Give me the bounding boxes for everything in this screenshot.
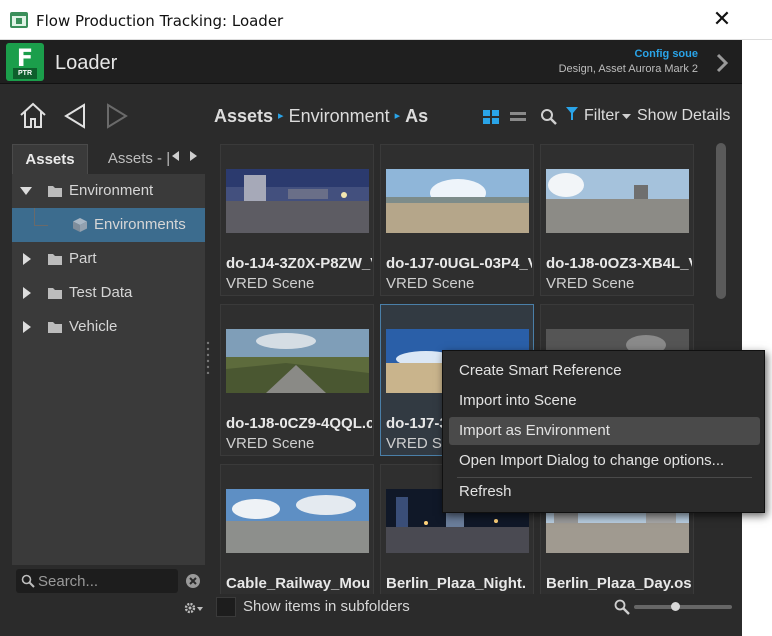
asset-card[interactable]: do-1J7-0UGL-03P4_V VRED Scene: [380, 144, 534, 296]
menu-item-open-import-dialog[interactable]: Open Import Dialog to change options...: [449, 447, 760, 475]
chevron-down-icon: [621, 114, 631, 119]
logo-badge: PTR: [13, 68, 37, 79]
asset-name: Berlin_Plaza_Night.: [386, 575, 527, 592]
app-name: Loader: [55, 52, 118, 74]
filter-label: Filter: [584, 107, 620, 124]
tree-item-environment[interactable]: Environment: [12, 174, 205, 208]
menu-item-refresh[interactable]: Refresh: [449, 478, 760, 506]
breadcrumb-item[interactable]: Assets: [214, 106, 273, 126]
asset-type: VRED Scene: [226, 435, 315, 452]
asset-type: VRED Scene: [226, 275, 315, 292]
folder-icon: [48, 186, 62, 197]
gear-icon[interactable]: [184, 601, 204, 615]
tab-assets[interactable]: Assets: [12, 144, 88, 174]
tab-scroll-right-icon[interactable]: [190, 151, 198, 161]
search-icon[interactable]: [540, 108, 558, 126]
menu-item-create-smart-reference[interactable]: Create Smart Reference: [449, 357, 760, 385]
search-icon: [21, 574, 35, 588]
tab-scroll-left-icon[interactable]: [172, 151, 180, 161]
filter-button[interactable]: Filter: [566, 107, 631, 125]
clear-search-icon[interactable]: [185, 573, 201, 589]
zoom-slider-track[interactable]: [634, 605, 732, 609]
tab-assets-secondary[interactable]: Assets - |: [102, 144, 176, 174]
asset-type: VRED Scene: [386, 275, 475, 292]
tree-item-label: Vehicle: [69, 318, 118, 335]
tree-item-label: Environments: [94, 216, 186, 233]
collapsed-arrow-icon[interactable]: [21, 321, 33, 333]
tree-item-label: Test Data: [69, 284, 133, 301]
breadcrumb-item[interactable]: As: [405, 106, 428, 126]
asset-card[interactable]: do-1J8-0OZ3-XB4L_V VRED Scene: [540, 144, 694, 296]
grid-scrollbar-thumb[interactable]: [716, 143, 726, 299]
show-details-button[interactable]: Show Details: [637, 107, 730, 125]
asset-thumbnail: [386, 169, 529, 233]
asset-thumbnail: [226, 169, 369, 233]
tree-search-field[interactable]: [16, 569, 178, 593]
expanded-arrow-icon[interactable]: [20, 185, 32, 197]
collapsed-arrow-icon[interactable]: [21, 287, 33, 299]
asset-thumbnail: [546, 169, 689, 233]
tree-item-part[interactable]: Part: [12, 242, 205, 276]
window-titlebar: Flow Production Tracking: Loader ✕: [0, 0, 772, 40]
config-context: Design, Asset Aurora Mark 2: [558, 63, 698, 75]
collapsed-arrow-icon[interactable]: [21, 253, 33, 265]
tree-item-vehicle[interactable]: Vehicle: [12, 310, 205, 344]
asset-card[interactable]: Cable_Railway_Mou: [220, 464, 374, 594]
ptr-logo: F PTR: [6, 43, 44, 81]
breadcrumb-separator: ▸: [394, 110, 401, 122]
home-icon[interactable]: [18, 101, 48, 129]
asset-name: do-1J8-0OZ3-XB4L_V: [546, 255, 692, 272]
zoom-icon: [614, 599, 630, 615]
asset-card[interactable]: do-1J4-3Z0X-P8ZW_V VRED Scene: [220, 144, 374, 296]
zoom-slider-handle[interactable]: [670, 602, 680, 611]
grid-view-icon[interactable]: [483, 110, 499, 124]
asset-name: do-1J4-3Z0X-P8ZW_V: [226, 255, 372, 272]
subfolders-label: Show items in subfolders: [243, 598, 410, 615]
chevron-right-icon[interactable]: [714, 52, 730, 74]
asset-name: Cable_Railway_Mou: [226, 575, 371, 592]
breadcrumb: Assets ▸ Environment ▸ As: [214, 106, 428, 128]
asset-name: do-1J7-0UGL-03P4_V: [386, 255, 532, 272]
funnel-icon: [566, 107, 578, 120]
close-icon[interactable]: ✕: [710, 8, 734, 32]
breadcrumb-separator: ▸: [278, 110, 284, 122]
back-arrow-icon[interactable]: [62, 103, 88, 129]
folder-icon: [48, 288, 62, 299]
asset-name: Berlin_Plaza_Day.os: [546, 575, 692, 592]
folder-icon: [48, 254, 62, 265]
window-title: Flow Production Tracking: Loader: [36, 12, 284, 30]
subfolders-checkbox[interactable]: [216, 597, 236, 617]
menu-item-import-as-environment[interactable]: Import as Environment: [449, 417, 760, 445]
forward-arrow-icon[interactable]: [104, 103, 130, 129]
tree-connector-line: [34, 208, 48, 226]
background-strip: [742, 40, 772, 636]
panel-splitter-handle[interactable]: [206, 340, 210, 374]
app-window-icon: [10, 12, 28, 28]
asset-card[interactable]: do-1J8-0CZ9-4QQL.c VRED Scene: [220, 304, 374, 456]
asset-name: do-1J8-0CZ9-4QQL.c: [226, 415, 372, 432]
breadcrumb-item[interactable]: Environment: [289, 106, 390, 126]
asset-thumbnail: [226, 329, 369, 393]
tree-item-label: Part: [69, 250, 97, 267]
asset-type: VRED Scene: [546, 275, 635, 292]
entity-cube-icon: [73, 218, 87, 232]
search-input[interactable]: [38, 571, 174, 591]
config-label[interactable]: Config soue: [560, 48, 698, 60]
list-view-icon[interactable]: [510, 110, 526, 124]
tree-item-test-data[interactable]: Test Data: [12, 276, 205, 310]
folder-icon: [48, 322, 62, 333]
menu-item-import-into-scene[interactable]: Import into Scene: [449, 387, 760, 415]
asset-thumbnail: [226, 489, 369, 553]
context-menu: Create Smart Reference Import into Scene…: [442, 350, 765, 513]
tree-item-label: Environment: [69, 182, 154, 199]
